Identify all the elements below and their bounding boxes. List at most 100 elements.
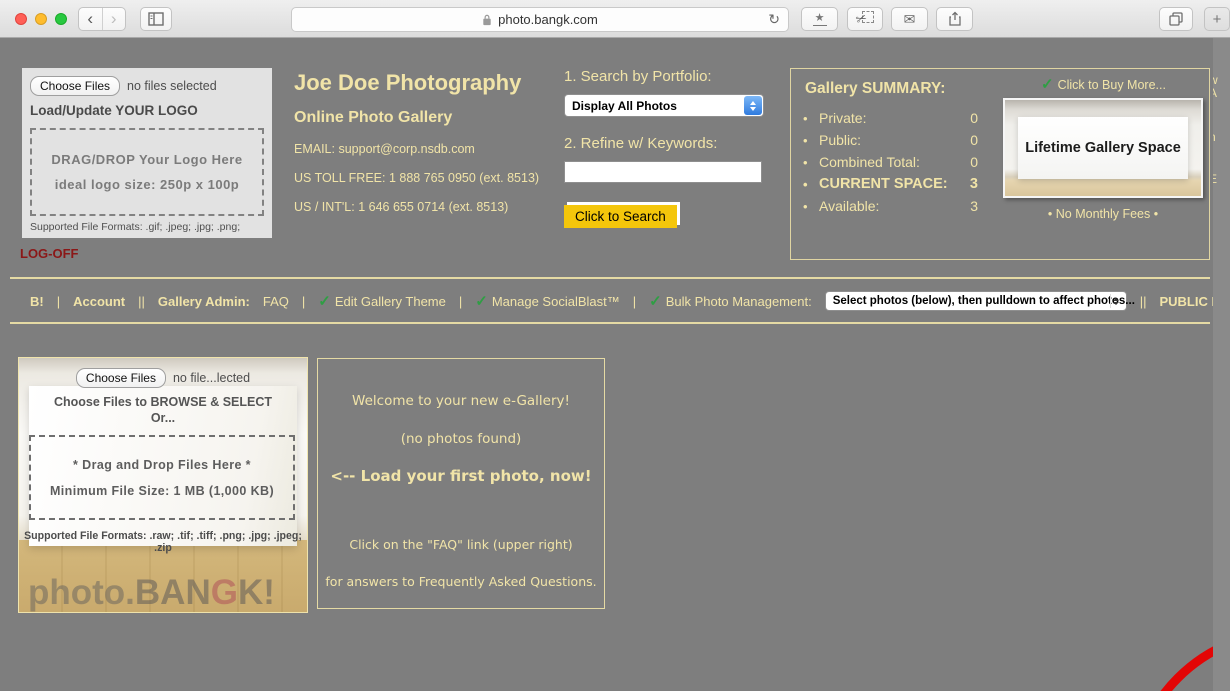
summary-value: 3 bbox=[970, 198, 978, 214]
watermark-part: photo. bbox=[28, 573, 135, 612]
summary-value: 0 bbox=[970, 132, 978, 148]
logo-supported-formats: Supported File Formats: .gif; .jpeg; .jp… bbox=[30, 221, 240, 233]
favorites-star-icon: ★ bbox=[813, 13, 827, 26]
nav-item-b[interactable]: B! bbox=[30, 294, 44, 309]
browser-chrome: ‹ › photo.bangk.com ↻ ★ ✂ ✉ + bbox=[0, 0, 1230, 38]
watermark-part: K! bbox=[238, 573, 275, 612]
keywords-input[interactable] bbox=[564, 161, 762, 183]
web-clip-button[interactable]: ✂ bbox=[847, 7, 883, 31]
nav-item-faq[interactable]: FAQ bbox=[263, 294, 289, 309]
summary-label: Available: bbox=[819, 198, 970, 214]
bullet-icon: • bbox=[803, 111, 819, 126]
tab-overview-button[interactable] bbox=[1159, 7, 1193, 31]
edge-fragment: A bbox=[1213, 86, 1217, 100]
search-step2-label: 2. Refine w/ Keywords: bbox=[564, 135, 774, 152]
nav-divider-bottom bbox=[10, 322, 1210, 324]
address-bar[interactable]: photo.bangk.com ↻ bbox=[291, 7, 789, 32]
portfolio-selected-value: Display All Photos bbox=[572, 99, 677, 113]
history-nav-group: ‹ › bbox=[78, 7, 126, 31]
or-text: Or... bbox=[19, 411, 307, 425]
logo-dropzone[interactable]: DRAG/DROP Your Logo Here ideal logo size… bbox=[30, 128, 264, 216]
summary-label: Private: bbox=[819, 110, 970, 126]
buy-more-link[interactable]: ✓ Click to Buy More... bbox=[1001, 75, 1206, 93]
bullet-icon: • bbox=[803, 199, 819, 214]
promo-wall: Lifetime Gallery Space bbox=[1018, 117, 1188, 179]
photo-no-files-text: no file...lected bbox=[173, 371, 250, 385]
welcome-message-panel: Welcome to your new e-Gallery! (no photo… bbox=[317, 358, 605, 609]
photo-supported-formats: Supported File Formats: .raw; .tif; .tif… bbox=[19, 530, 307, 554]
window-controls bbox=[15, 13, 67, 25]
check-icon: ✓ bbox=[475, 293, 488, 310]
forward-button[interactable]: › bbox=[102, 8, 126, 30]
reload-button[interactable]: ↻ bbox=[768, 11, 780, 28]
check-icon: ✓ bbox=[318, 293, 331, 310]
summary-title: Gallery SUMMARY: bbox=[805, 80, 945, 98]
lifetime-space-promo-image[interactable]: Lifetime Gallery Space bbox=[1003, 98, 1203, 198]
gallery-summary-panel: Gallery SUMMARY: • Private: 0 • Public: … bbox=[790, 68, 1210, 260]
reload-icon: ↻ bbox=[768, 11, 780, 27]
welcome-line5: for answers to Frequently Asked Question… bbox=[318, 574, 604, 589]
padlock-icon bbox=[482, 14, 492, 26]
edge-fragment: w bbox=[1213, 73, 1218, 87]
nav-separator: || bbox=[1140, 294, 1147, 309]
select-stepper-icon bbox=[1110, 294, 1122, 308]
new-tab-button[interactable]: + bbox=[1204, 7, 1230, 31]
search-panel: 1. Search by Portfolio: Display All Phot… bbox=[564, 68, 774, 228]
clipped-content-edge: w A n E f bbox=[1213, 38, 1230, 691]
photo-dropzone-line2: Minimum File Size: 1 MB (1,000 KB) bbox=[50, 484, 274, 498]
page-content: Choose Files no files selected Load/Upda… bbox=[0, 38, 1230, 691]
zoom-window-button[interactable] bbox=[55, 13, 67, 25]
gallery-title: Joe Doe Photography bbox=[294, 70, 539, 96]
mail-button[interactable]: ✉ bbox=[891, 7, 928, 31]
summary-row-available: • Available: 3 bbox=[803, 195, 978, 217]
search-step1-label: 1. Search by Portfolio: bbox=[564, 68, 774, 85]
contact-email: EMAIL: support@corp.nsdb.com bbox=[294, 142, 539, 156]
portfolio-select[interactable]: Display All Photos bbox=[564, 94, 764, 117]
summary-value: 0 bbox=[970, 154, 978, 170]
search-button[interactable]: Click to Search bbox=[564, 205, 677, 228]
log-off-link[interactable]: LOG-OFF bbox=[20, 246, 79, 261]
nav-item-socialblast[interactable]: ✓ Manage SocialBlast™ bbox=[475, 292, 619, 310]
summary-row-current-space: • CURRENT SPACE: 3 bbox=[803, 173, 978, 195]
photo-dropzone[interactable]: * Drag and Drop Files Here * Minimum Fil… bbox=[29, 435, 295, 520]
photo-choose-files-button[interactable]: Choose Files bbox=[76, 368, 166, 388]
sidebar-button[interactable] bbox=[140, 7, 172, 31]
welcome-line1: Welcome to your new e-Gallery! bbox=[318, 393, 604, 409]
bulk-actions-select[interactable]: Select photos (below), then pulldown to … bbox=[825, 291, 1127, 311]
buy-more-label: Click to Buy More... bbox=[1058, 78, 1166, 92]
nav-label-gallery-admin: Gallery Admin: bbox=[158, 294, 250, 309]
close-window-button[interactable] bbox=[15, 13, 27, 25]
check-icon: ✓ bbox=[649, 293, 662, 310]
logo-panel-title: Load/Update YOUR LOGO bbox=[30, 103, 272, 118]
welcome-line4: Click on the "FAQ" link (upper right) bbox=[318, 537, 604, 552]
plus-icon: + bbox=[1213, 11, 1222, 28]
share-button[interactable] bbox=[936, 7, 973, 31]
check-icon: ✓ bbox=[1041, 76, 1054, 93]
summary-label: Public: bbox=[819, 132, 970, 148]
minimize-window-button[interactable] bbox=[35, 13, 47, 25]
nav-separator: | bbox=[57, 294, 60, 309]
nav-item-account[interactable]: Account bbox=[73, 294, 125, 309]
logo-dropzone-line1: DRAG/DROP Your Logo Here bbox=[51, 152, 242, 167]
promo-title: Lifetime Gallery Space bbox=[1025, 140, 1181, 156]
nav-divider-top bbox=[10, 277, 1210, 279]
nav-label-bulk: ✓Bulk Photo Management: bbox=[649, 292, 812, 310]
watermark-part: G bbox=[211, 573, 238, 612]
bullet-icon: • bbox=[803, 177, 819, 192]
logo-choose-files-button[interactable]: Choose Files bbox=[30, 76, 120, 96]
nav-item-edit-theme[interactable]: ✓Edit Gallery Theme bbox=[318, 292, 446, 310]
summary-label: Combined Total: bbox=[819, 154, 970, 170]
welcome-line3: <-- Load your first photo, now! bbox=[318, 467, 604, 485]
socialblast-label: Manage SocialBlast™ bbox=[492, 294, 620, 309]
watermark-part: BAN bbox=[135, 573, 211, 612]
back-button[interactable]: ‹ bbox=[79, 8, 102, 30]
summary-value: 3 bbox=[970, 176, 978, 192]
favorites-button[interactable]: ★ bbox=[801, 7, 838, 31]
forward-icon: › bbox=[111, 9, 117, 29]
promo-caption: • No Monthly Fees • bbox=[1003, 207, 1203, 221]
share-icon bbox=[947, 11, 963, 27]
gallery-subtitle: Online Photo Gallery bbox=[294, 109, 539, 127]
bulk-selected-value: Select photos (below), then pulldown to … bbox=[833, 295, 1135, 307]
logo-upload-panel: Choose Files no files selected Load/Upda… bbox=[22, 68, 272, 238]
nav-separator: | bbox=[302, 294, 305, 309]
